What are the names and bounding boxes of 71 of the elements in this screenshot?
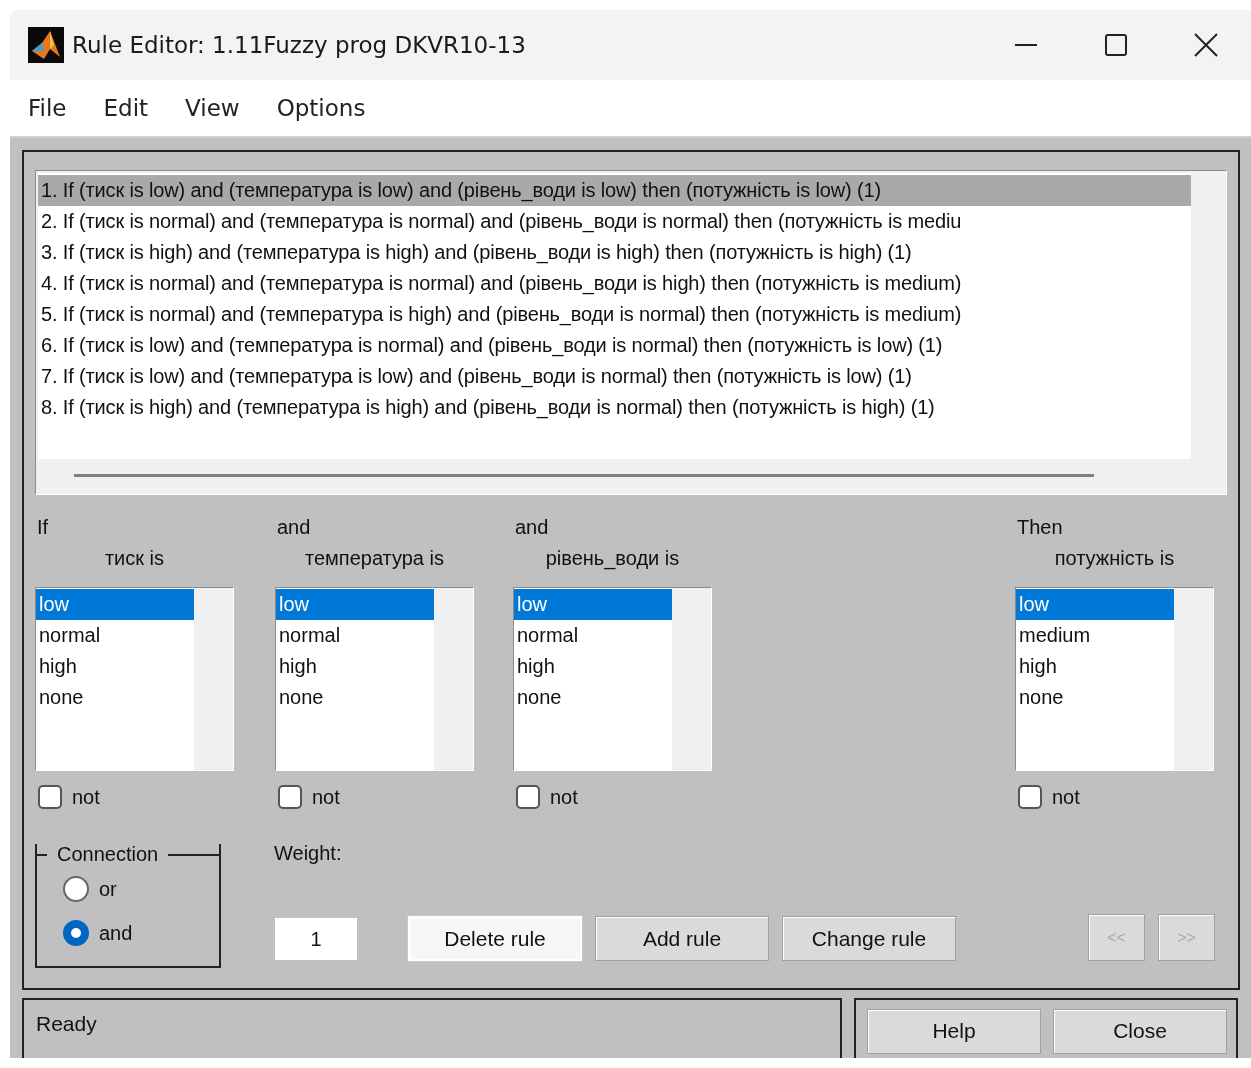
weight-label: Weight: (274, 842, 343, 865)
rule-item[interactable]: 4. If (тиск is normal) and (температура is normal) and (рівень_води is high) then (потужність is medium) (38, 268, 1191, 299)
membership-listbox[interactable]: low normal high none (513, 587, 712, 771)
connector-label: Then (1016, 515, 1064, 540)
list-option[interactable]: high (514, 651, 672, 682)
list-option[interactable]: low (36, 589, 194, 620)
rule-list[interactable] (38, 173, 1191, 459)
list-option[interactable]: none (514, 682, 672, 713)
list-option[interactable]: high (276, 651, 434, 682)
maximize-icon[interactable] (1104, 33, 1128, 57)
rule-item[interactable]: 8. If (тиск is high) and (температура is high) and (рівень_води is normal) then (потужність is high) (1) (38, 392, 1191, 423)
membership-listbox[interactable]: low normal high none (275, 587, 474, 771)
rule-item[interactable]: 3. If (тиск is high) and (температура is high) and (рівень_води is high) then (потужність is high) (1) (38, 237, 1191, 268)
list-option[interactable]: high (1016, 651, 1174, 682)
variable-label: рівень_води is (544, 546, 681, 572)
horizontal-scrollbar[interactable] (74, 474, 1094, 477)
list-option[interactable]: normal (514, 620, 672, 651)
variable-label: потужність is (1053, 546, 1176, 571)
membership-listbox[interactable]: low medium high none (1015, 587, 1214, 771)
list-option[interactable]: low (276, 589, 434, 620)
menu-item[interactable]: Options (276, 95, 366, 121)
checkbox-label: not (312, 785, 340, 809)
not-checkbox[interactable] (1018, 785, 1042, 809)
menu-item[interactable]: File (28, 95, 67, 121)
membership-listbox[interactable]: low normal high none (35, 587, 234, 771)
not-checkbox[interactable] (516, 785, 540, 809)
menu-item[interactable]: View (185, 95, 240, 121)
list-option[interactable]: normal (276, 620, 434, 651)
action-button[interactable]: Change rule (782, 916, 956, 961)
scrollbar-track[interactable] (194, 588, 233, 770)
list-option[interactable]: high (36, 651, 194, 682)
rule-item[interactable]: 5. If (тиск is normal) and (температура is high) and (рівень_води is normal) then (потужність is medium) (38, 299, 1191, 330)
rule-item[interactable]: 7. If (тиск is low) and (температура is low) and (рівень_води is normal) then (потужність is low) (1) (38, 361, 1191, 392)
list-option[interactable]: none (276, 682, 434, 713)
connector-label: If (36, 515, 50, 540)
list-option[interactable]: none (1016, 682, 1174, 713)
radio-label: and (99, 921, 133, 945)
variable-label: тиск is (103, 546, 166, 571)
window-title: Rule Editor: 1.11Fuzzy prog DKVR10-13 (72, 32, 527, 58)
list-option[interactable]: medium (1016, 620, 1174, 651)
weight-field[interactable]: 1 (274, 917, 358, 961)
list-option[interactable]: low (514, 589, 672, 620)
radio-label: or (99, 877, 117, 901)
rule-item[interactable]: 2. If (тиск is normal) and (температура is normal) and (рівень_води is normal) then (потужність is mediu (38, 206, 1191, 237)
not-checkbox[interactable] (38, 785, 62, 809)
checkbox-label: not (1052, 785, 1080, 809)
connector-label: and (276, 515, 312, 540)
not-checkbox[interactable] (278, 785, 302, 809)
list-option[interactable]: low (1016, 589, 1174, 620)
status-text: Ready (22, 998, 842, 1058)
scrollbar-track[interactable] (672, 588, 711, 770)
checkbox-label: not (72, 785, 100, 809)
connector-label: and (514, 515, 550, 540)
menu-item[interactable]: Edit (103, 95, 149, 121)
action-button[interactable]: Delete rule (408, 916, 582, 961)
action-button[interactable]: Add rule (595, 916, 769, 961)
radio-button[interactable] (63, 876, 89, 902)
list-option[interactable]: none (36, 682, 194, 713)
scrollbar-track[interactable] (434, 588, 473, 770)
rule-item[interactable]: 6. If (тиск is low) and (температура is normal) and (рівень_води is normal) then (потужність is low) (1) (38, 330, 1191, 361)
radio-button[interactable] (63, 920, 89, 946)
list-option[interactable]: normal (36, 620, 194, 651)
variable-label: температура is (304, 546, 445, 571)
checkbox-label: not (550, 785, 578, 809)
dialog-button[interactable]: Close (1053, 1008, 1227, 1054)
rule-item[interactable]: 1. If (тиск is low) and (температура is low) and (рівень_води is low) then (потужність is low) (1) (38, 175, 1191, 206)
scrollbar-track[interactable] (1174, 588, 1213, 770)
app-logo-icon (28, 27, 64, 63)
close-icon[interactable] (1194, 33, 1218, 57)
group-title: Connection (56, 843, 160, 866)
dialog-button[interactable]: Help (867, 1008, 1041, 1054)
